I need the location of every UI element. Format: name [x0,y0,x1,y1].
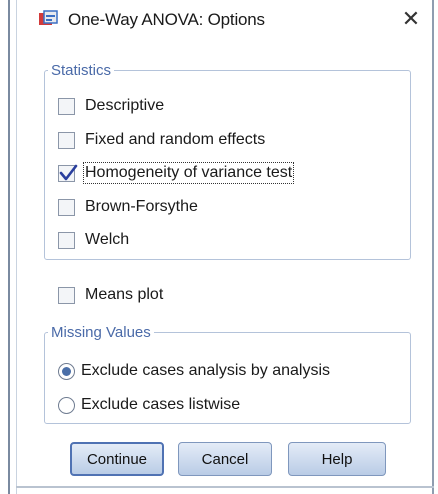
statistics-legend: Statistics [51,62,112,79]
brown-forsythe-label: Brown-Forsythe [85,198,198,215]
welch-option[interactable]: Welch [58,228,129,252]
exclude-listwise-option[interactable]: Exclude cases listwise [58,393,240,417]
brown-forsythe-option[interactable]: Brown-Forsythe [58,195,198,219]
title-bar[interactable]: One-Way ANOVA: Options ✕ [20,0,430,40]
window-edge-left [8,0,10,494]
help-button[interactable]: Help [288,442,386,476]
welch-label: Welch [85,231,130,248]
continue-button[interactable]: Continue [70,442,164,476]
exclude-listwise-radio[interactable] [58,396,75,414]
missing-values-legend: Missing Values [51,324,151,341]
fixed-random-effects-label: Fixed and random effects [85,131,266,148]
means-plot-checkbox[interactable] [58,286,75,304]
means-plot-option[interactable]: Means plot [58,283,163,307]
means-plot-label: Means plot [85,286,164,303]
window-edge-right [432,0,434,494]
exclude-listwise-label: Exclude cases listwise [81,396,241,413]
fixed-random-effects-option[interactable]: Fixed and random effects [58,128,265,152]
window-title: One-Way ANOVA: Options [68,10,265,29]
window-edge-inner [16,0,17,494]
fixed-random-effects-checkbox[interactable] [58,131,75,149]
window-edge-bottom [16,486,434,488]
close-icon[interactable]: ✕ [396,4,426,34]
homogeneity-label: Homogeneity of variance test [82,162,295,184]
exclude-analysis-option[interactable]: Exclude cases analysis by analysis [58,359,330,383]
radio-selected-dot [62,366,71,376]
homogeneity-checkbox[interactable] [58,164,78,182]
homogeneity-option[interactable]: Homogeneity of variance test [58,161,295,185]
descriptive-option[interactable]: Descriptive [58,94,164,118]
checkmark-icon [59,164,78,180]
spss-app-icon [38,10,58,28]
descriptive-checkbox[interactable] [58,97,75,115]
exclude-analysis-label: Exclude cases analysis by analysis [81,362,331,379]
welch-checkbox[interactable] [58,231,75,249]
descriptive-label: Descriptive [85,97,165,114]
cancel-button[interactable]: Cancel [178,442,272,476]
brown-forsythe-checkbox[interactable] [58,198,75,216]
exclude-analysis-radio[interactable] [58,362,75,380]
